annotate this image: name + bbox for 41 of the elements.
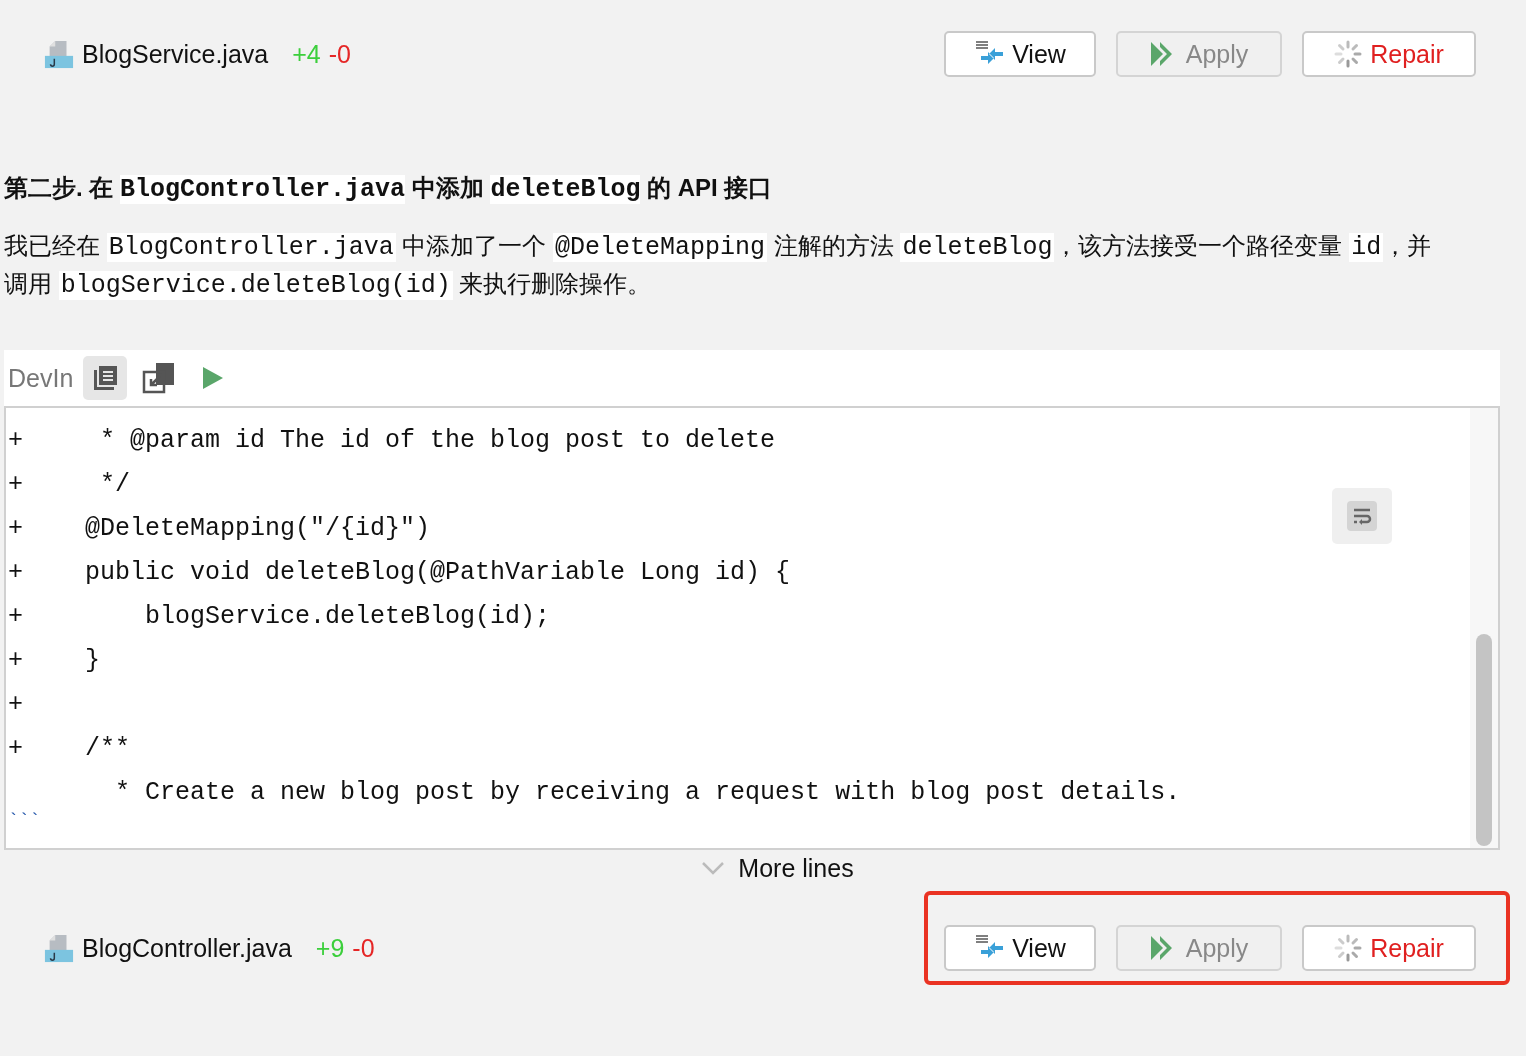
diff-marker: +	[7, 513, 24, 543]
more-lines-button[interactable]: More lines	[702, 850, 854, 886]
view-button[interactable]: View	[944, 31, 1096, 77]
code-line: * Create a new blog post by receiving a request with blog post details.	[114, 777, 1181, 807]
diff-marker: +	[7, 469, 24, 499]
code-fence: ```	[7, 814, 41, 828]
spinner-icon	[1334, 40, 1363, 68]
repair-button[interactable]: Repair	[1302, 925, 1476, 971]
repair-button[interactable]: Repair	[1302, 31, 1476, 77]
file-name: BlogController.java	[82, 933, 292, 963]
code-line: */	[99, 469, 130, 499]
diff-marker: +	[7, 733, 24, 763]
language-label: DevIn	[8, 363, 74, 393]
spinner-icon	[1334, 934, 1363, 962]
scrollbar-thumb[interactable]	[1476, 634, 1492, 846]
chevron-down-icon	[702, 861, 725, 875]
removed-count: -0	[328, 39, 351, 69]
java-file-icon	[44, 933, 74, 963]
diff-marker: +	[7, 425, 24, 455]
description-paragraph: 我已经在 BlogController.java 中添加了一个 @DeleteMapping 注解的方法 deleteBlog，该方法接受一个路径变量 id，并调用 blogService.deleteBlog(id) 来执行删除操作。	[4, 231, 1433, 302]
apply-button[interactable]: Apply	[1116, 925, 1282, 971]
removed-count: -0	[352, 933, 375, 963]
code-line: }	[84, 645, 100, 675]
diff-marker: +	[7, 557, 24, 587]
java-file-icon	[44, 39, 74, 69]
apply-button[interactable]: Apply	[1116, 31, 1282, 77]
code-line: /**	[84, 733, 130, 763]
diff-marker: +	[7, 601, 24, 631]
code-line: * @param id The id of the blog post to delete	[99, 425, 776, 455]
code-line: @DeleteMapping("/{id}")	[84, 513, 431, 543]
added-count: +9	[315, 933, 345, 963]
view-button[interactable]: View	[944, 925, 1096, 971]
code-line: blogService.deleteBlog(id);	[144, 601, 551, 631]
code-line: public void deleteBlog(@PathVariable Long id) {	[84, 557, 791, 587]
step-heading: 第二步. 在 BlogController.java 中添加 deleteBlog 的 API 接口	[4, 173, 774, 206]
copy-icon[interactable]	[83, 356, 128, 400]
diff-marker: +	[7, 689, 24, 719]
file-name: BlogService.java	[82, 39, 269, 69]
diff-marker: +	[7, 645, 24, 675]
soft-wrap-icon[interactable]	[1332, 488, 1392, 544]
added-count: +4	[292, 39, 321, 69]
